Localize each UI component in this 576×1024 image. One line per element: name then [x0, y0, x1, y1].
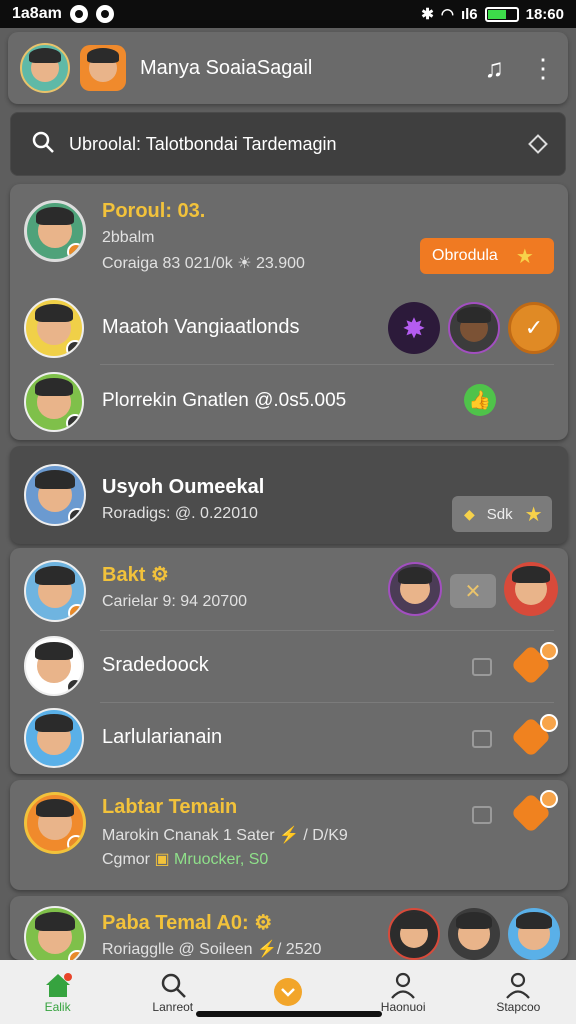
notification-icon: [69, 5, 88, 23]
avatar: [24, 298, 84, 358]
app-header: Manya SoaiaSagail ♫ ⋮: [8, 32, 568, 104]
battery-icon: [484, 6, 519, 22]
filter-icon[interactable]: [528, 134, 548, 154]
status-bar: 1a8am ✱ ◠ ıl6 18:60: [0, 0, 576, 28]
star-icon: ★: [524, 503, 543, 526]
close-icon[interactable]: ✕: [450, 574, 496, 608]
reward-icon[interactable]: [510, 790, 558, 834]
home-indicator[interactable]: [196, 1011, 382, 1017]
friend-card[interactable]: Paba Temal A0: ⚙ Roriagglle @ Soileen ⚡/…: [10, 896, 568, 960]
cube-icon[interactable]: [472, 658, 492, 676]
action-button[interactable]: ◆ Sdk ★: [452, 496, 552, 532]
item-stats: Carielar 9: 94 20700: [102, 593, 247, 610]
avatar: [24, 464, 86, 526]
tab-profile[interactable]: Haonuoi: [353, 970, 453, 1014]
list-item[interactable]: Poroul: 03. 2bbalm Coraiga 83 021/0k ☀ 2…: [10, 198, 568, 290]
more-options-icon[interactable]: ⋮: [530, 53, 556, 84]
user-icon: [389, 970, 417, 1000]
chest-icon: ▣: [154, 851, 170, 868]
magic-icon[interactable]: ✸: [388, 302, 440, 354]
avatar: [24, 708, 84, 768]
star-icon: ◆: [464, 505, 475, 522]
wifi-icon: ◠: [440, 6, 454, 23]
item-stats: Coraiga 83 021/0k ☀ 23.900: [102, 255, 305, 272]
avatar[interactable]: [20, 43, 70, 93]
item-name: Bakt ⚙: [102, 564, 169, 586]
item-name: Sradedoock: [102, 654, 209, 676]
item-sub: 2bbalm: [102, 229, 155, 246]
avatar[interactable]: [448, 908, 500, 960]
list-item[interactable]: Bakt ⚙ Carielar 9: 94 20700 ✕: [10, 558, 568, 622]
cube-icon[interactable]: [472, 730, 492, 748]
cube-icon[interactable]: [472, 806, 492, 824]
avatar[interactable]: [448, 302, 500, 354]
chevron-down-icon: [273, 977, 303, 1007]
friend-card[interactable]: Labtar Temain Marokin Cnanak 1 Sater ⚡ /…: [10, 780, 568, 890]
item-name: Paba Temal A0: ⚙: [102, 912, 273, 934]
friend-group-card: Poroul: 03. 2bbalm Coraiga 83 021/0k ☀ 2…: [10, 184, 568, 440]
page-title: Manya SoaiaSagail: [140, 56, 313, 79]
search-icon: [31, 130, 55, 159]
star-icon: ★: [515, 245, 534, 268]
reward-icon[interactable]: [510, 714, 558, 758]
item-name: Plorrekin Gnatlen @.0s5.005: [102, 390, 347, 411]
status-time: 1a8am: [12, 5, 62, 22]
item-name: Poroul: 03.: [102, 200, 206, 222]
list-item[interactable]: Maatoh Vangiaatlonds ✸ ✓: [10, 296, 568, 360]
avatar[interactable]: [80, 45, 126, 91]
avatar: [24, 560, 86, 622]
item-status: Cgmor ▣ Mruocker, S0: [102, 851, 269, 868]
avatar[interactable]: [508, 908, 560, 960]
check-badge-icon[interactable]: ✓: [508, 302, 560, 354]
item-stats: Roradigs: @. 0.22010: [102, 505, 258, 522]
avatar[interactable]: [388, 562, 442, 616]
list-item[interactable]: Sradedoock: [10, 634, 568, 698]
bluetooth-icon: ✱: [421, 6, 434, 23]
music-note-icon[interactable]: ♫: [485, 53, 505, 84]
clock: 18:60: [525, 5, 564, 23]
tab-account[interactable]: Stapcoo: [468, 970, 568, 1014]
list-item[interactable]: Larlularianain: [10, 706, 568, 770]
tab-home[interactable]: Ealik: [8, 970, 108, 1014]
avatar[interactable]: [504, 562, 558, 616]
item-name: Larlularianain: [102, 726, 223, 748]
home-icon: [44, 970, 72, 1000]
signal-text: ıl6: [460, 5, 478, 23]
action-button[interactable]: Obrodula ★: [420, 238, 554, 274]
avatar[interactable]: [388, 908, 440, 960]
search-icon: [159, 970, 187, 1000]
avatar: [24, 906, 86, 960]
item-name: Maatoh Vangiaatlonds: [102, 316, 300, 338]
search-input[interactable]: Ubroolal: Talotbondai Tardemagin: [69, 134, 337, 155]
friend-card[interactable]: Usyoh Oumeekal Roradigs: @. 0.22010 ◆ Sd…: [10, 446, 568, 544]
tab-search[interactable]: Lanreot: [123, 970, 223, 1014]
item-name: Usyoh Oumeekal: [102, 476, 265, 498]
avatar: [24, 200, 86, 262]
thumbs-up-icon[interactable]: 👍: [464, 384, 496, 416]
item-name: Labtar Temain: [102, 796, 238, 818]
messenger-icon: [95, 5, 114, 23]
avatar: [24, 792, 86, 854]
item-stats: Marokin Cnanak 1 Sater ⚡ / D/K9: [102, 827, 348, 844]
search-bar[interactable]: Ubroolal: Talotbondai Tardemagin: [10, 112, 566, 176]
user-icon: [504, 970, 532, 1000]
avatar: [24, 636, 84, 696]
item-stats: Roriagglle @ Soileen ⚡/ 2520: [102, 941, 322, 958]
avatar: [24, 372, 84, 432]
friend-group-card: Bakt ⚙ Carielar 9: 94 20700 ✕ Sradedoock…: [10, 548, 568, 774]
tab-center[interactable]: [238, 977, 338, 1007]
reward-icon[interactable]: [510, 642, 558, 686]
list-item[interactable]: Plorrekin Gnatlen @.0s5.005 👍: [10, 370, 568, 432]
